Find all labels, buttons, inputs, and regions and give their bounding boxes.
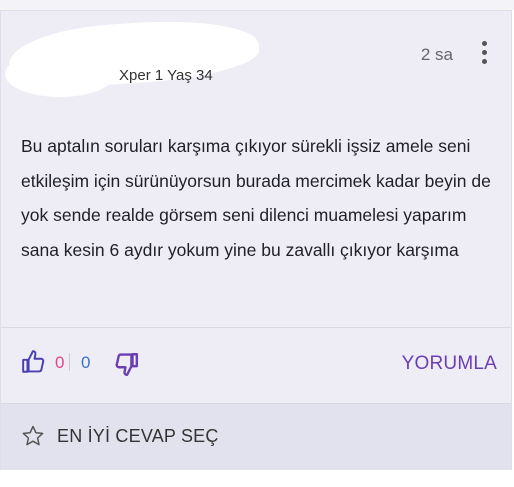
star-icon	[22, 425, 44, 446]
like-count: 0	[55, 353, 65, 372]
dislike-count: 0	[81, 353, 91, 372]
best-answer-button[interactable]: EN İYİ CEVAP SEÇ	[1, 403, 511, 470]
answer-text: Bu aptalın soruları karşıma çıkıyor süre…	[21, 136, 491, 260]
best-answer-label: EN İYİ CEVAP SEÇ	[57, 426, 219, 446]
top-strip	[0, 0, 514, 10]
answer-card: Xper 1 Yaş 34 2 sa Bu aptalın soruları k…	[0, 10, 512, 470]
redacted-avatar	[5, 51, 115, 97]
page: Xper 1 Yaş 34 2 sa Bu aptalın soruları k…	[0, 0, 514, 487]
reply-button[interactable]: YORUMLA	[402, 353, 497, 375]
divider	[1, 327, 511, 328]
more-vertical-icon[interactable]	[479, 41, 489, 67]
thumbs-up-icon[interactable]	[21, 349, 47, 375]
user-meta: Xper 1 Yaş 34	[119, 67, 213, 84]
answer-header: Xper 1 Yaş 34 2 sa	[1, 11, 511, 101]
thumbs-down-icon[interactable]	[113, 351, 139, 377]
action-row: 0 0 YORUMLA	[1, 341, 511, 391]
timestamp: 2 sa	[420, 45, 453, 64]
count-separator	[69, 353, 70, 371]
